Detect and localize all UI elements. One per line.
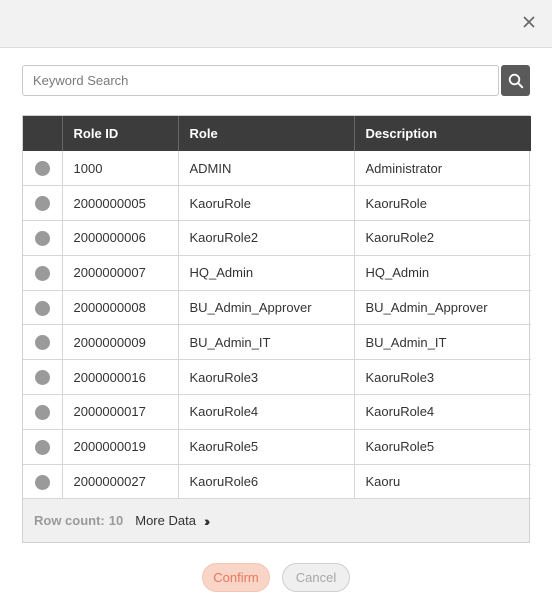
row-select-cell (23, 255, 63, 291)
cell-role: BU_Admin_Approver (178, 290, 355, 326)
row-select-cell (23, 324, 63, 361)
table-row[interactable]: 2000000006 KaoruRole2 KaoruRole2 (23, 220, 531, 256)
close-button[interactable] (520, 13, 538, 31)
cell-role-id: 2000000008 (62, 290, 179, 326)
search-bar (22, 65, 530, 96)
table-row[interactable]: 2000000017 KaoruRole4 KaoruRole4 (23, 394, 531, 430)
cell-role-id: 1000 (62, 151, 179, 187)
row-radio-button[interactable] (34, 231, 50, 247)
cell-description: BU_Admin_IT (354, 324, 531, 361)
table-row[interactable]: 2000000009 BU_Admin_IT BU_Admin_IT (23, 324, 531, 361)
close-icon (523, 16, 535, 28)
cell-role: KaoruRole4 (178, 394, 355, 430)
cell-role-id: 2000000017 (62, 394, 179, 430)
double-chevron-right-icon: ›› (203, 512, 211, 529)
row-radio-button[interactable] (34, 300, 50, 316)
cancel-button[interactable]: Cancel (282, 563, 350, 592)
roles-table: Role ID Role Description 1000 ADMIN Admini… (22, 115, 531, 544)
more-data-label: More Data (135, 513, 196, 529)
dialog-actions: Confirm Cancel (0, 563, 552, 593)
cell-role: BU_Admin_IT (178, 324, 355, 361)
row-select-cell (23, 464, 63, 500)
cell-description: BU_Admin_Approver (354, 290, 531, 326)
search-input[interactable] (22, 65, 499, 96)
cell-role: KaoruRole6 (178, 464, 355, 500)
row-select-cell (23, 151, 63, 187)
table-header-row: Role ID Role Description (23, 116, 531, 151)
dialog-header (0, 0, 552, 48)
cell-role: KaoruRole3 (178, 359, 355, 396)
row-radio-button[interactable] (34, 161, 50, 177)
cell-role-id: 2000000009 (62, 324, 179, 361)
cell-role-id: 2000000007 (62, 255, 179, 291)
cell-role-id: 2000000019 (62, 429, 179, 465)
search-icon (508, 73, 523, 88)
cell-role-id: 2000000016 (62, 359, 179, 396)
header-description[interactable]: Description (354, 116, 531, 151)
header-role[interactable]: Role (178, 116, 355, 151)
row-radio-button[interactable] (34, 474, 50, 490)
row-radio-button[interactable] (34, 265, 50, 281)
row-radio-button[interactable] (34, 439, 50, 455)
cell-role: ADMIN (178, 151, 355, 187)
more-data-link[interactable]: More Data ›› (135, 512, 211, 529)
table-row[interactable]: 2000000027 KaoruRole6 Kaoru (23, 464, 531, 500)
cell-role-id: 2000000005 (62, 185, 179, 222)
row-select-cell (23, 429, 63, 465)
table-footer: Row count: 10 More Data ›› (23, 499, 529, 543)
row-select-cell (23, 359, 63, 396)
cell-description: KaoruRole3 (354, 359, 531, 396)
cell-role: KaoruRole (178, 185, 355, 222)
row-count-label: Row count: (34, 513, 105, 529)
cell-description: Administrator (354, 151, 531, 187)
row-count-value: 10 (108, 513, 124, 529)
cell-role: HQ_Admin (178, 255, 355, 291)
cell-description: KaoruRole5 (354, 429, 531, 465)
cell-role-id: 2000000027 (62, 464, 179, 500)
row-radio-button[interactable] (34, 405, 50, 420)
table-row[interactable]: 2000000016 KaoruRole3 KaoruRole3 (23, 359, 531, 396)
row-radio-button[interactable] (34, 370, 50, 386)
header-role-id[interactable]: Role ID (62, 116, 179, 151)
table-row[interactable]: 2000000008 BU_Admin_Approver BU_Admin_Appr… (23, 290, 531, 326)
table-row[interactable]: 2000000007 HQ_Admin HQ_Admin (23, 255, 531, 291)
cell-role: KaoruRole2 (178, 220, 355, 256)
row-select-cell (23, 185, 63, 222)
cell-description: KaoruRole2 (354, 220, 531, 256)
cell-description: KaoruRole (354, 185, 531, 222)
cell-description: Kaoru (354, 464, 531, 500)
confirm-button[interactable]: Confirm (202, 563, 270, 592)
row-radio-button[interactable] (34, 196, 50, 212)
row-select-cell (23, 220, 63, 256)
cell-description: HQ_Admin (354, 255, 531, 291)
row-select-cell (23, 290, 63, 326)
cell-description: KaoruRole4 (354, 394, 531, 430)
table-row[interactable]: 2000000019 KaoruRole5 KaoruRole5 (23, 429, 531, 465)
row-select-cell (23, 394, 63, 430)
cell-role-id: 2000000006 (62, 220, 179, 256)
header-select (23, 116, 63, 151)
table-row[interactable]: 1000 ADMIN Administrator (23, 151, 531, 187)
cell-role: KaoruRole5 (178, 429, 355, 465)
row-radio-button[interactable] (34, 335, 50, 351)
search-button[interactable] (501, 65, 530, 96)
table-row[interactable]: 2000000005 KaoruRole KaoruRole (23, 185, 531, 222)
